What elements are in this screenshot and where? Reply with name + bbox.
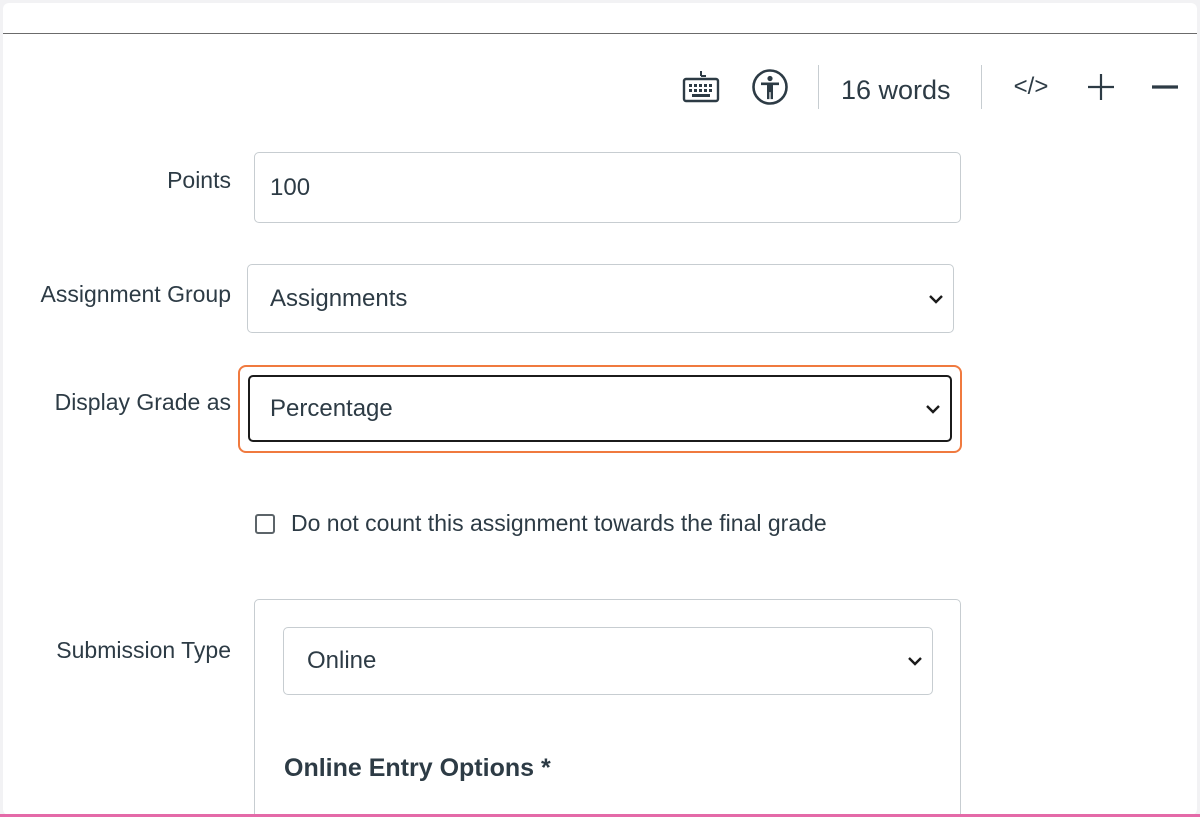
statusbar-separator	[818, 65, 819, 109]
display-grade-label: Display Grade as	[54, 389, 231, 415]
html-editor-toggle[interactable]: </>	[1006, 65, 1056, 109]
submission-type-label: Submission Type	[56, 637, 231, 663]
assignment-group-label: Assignment Group	[40, 281, 231, 307]
submission-type-selected: Online	[307, 647, 377, 674]
assignment-group-selected: Assignments	[270, 284, 408, 312]
keyboard-shortcuts-button[interactable]	[679, 65, 723, 109]
assignment-settings-panel: 16 words </> Points 100 Assignment Group…	[3, 3, 1197, 815]
plus-icon	[1088, 74, 1114, 100]
online-entry-options-title: Online Entry Options *	[284, 754, 551, 782]
accessibility-icon	[752, 69, 788, 105]
word-count: 16 words	[841, 65, 951, 115]
points-input[interactable]: 100	[254, 152, 961, 223]
chevron-down-icon	[908, 657, 922, 666]
points-value: 100	[270, 173, 311, 201]
word-count-text: 16 words	[841, 74, 951, 105]
expand-editor-button[interactable]	[1079, 65, 1123, 109]
chevron-down-icon	[929, 294, 943, 304]
collapse-editor-button[interactable]	[1143, 65, 1187, 109]
points-label: Points	[167, 167, 231, 193]
submission-type-box: Online Online Entry Options *	[254, 599, 961, 815]
assignment-group-select[interactable]: Assignments	[247, 264, 954, 333]
keyboard-icon	[682, 71, 720, 103]
display-grade-select[interactable]: Percentage	[248, 375, 952, 442]
html-editor-icon: </>	[1013, 73, 1049, 100]
omit-from-final-checkbox[interactable]	[255, 514, 275, 534]
minus-icon	[1152, 85, 1178, 89]
editor-top-divider	[3, 33, 1197, 34]
chevron-down-icon	[926, 404, 940, 414]
statusbar-separator	[981, 65, 982, 109]
display-grade-selected: Percentage	[270, 394, 393, 422]
submission-type-select[interactable]: Online	[283, 627, 933, 695]
accessibility-checker-button[interactable]	[748, 65, 792, 109]
omit-from-final-label[interactable]: Do not count this assignment towards the…	[291, 510, 827, 537]
